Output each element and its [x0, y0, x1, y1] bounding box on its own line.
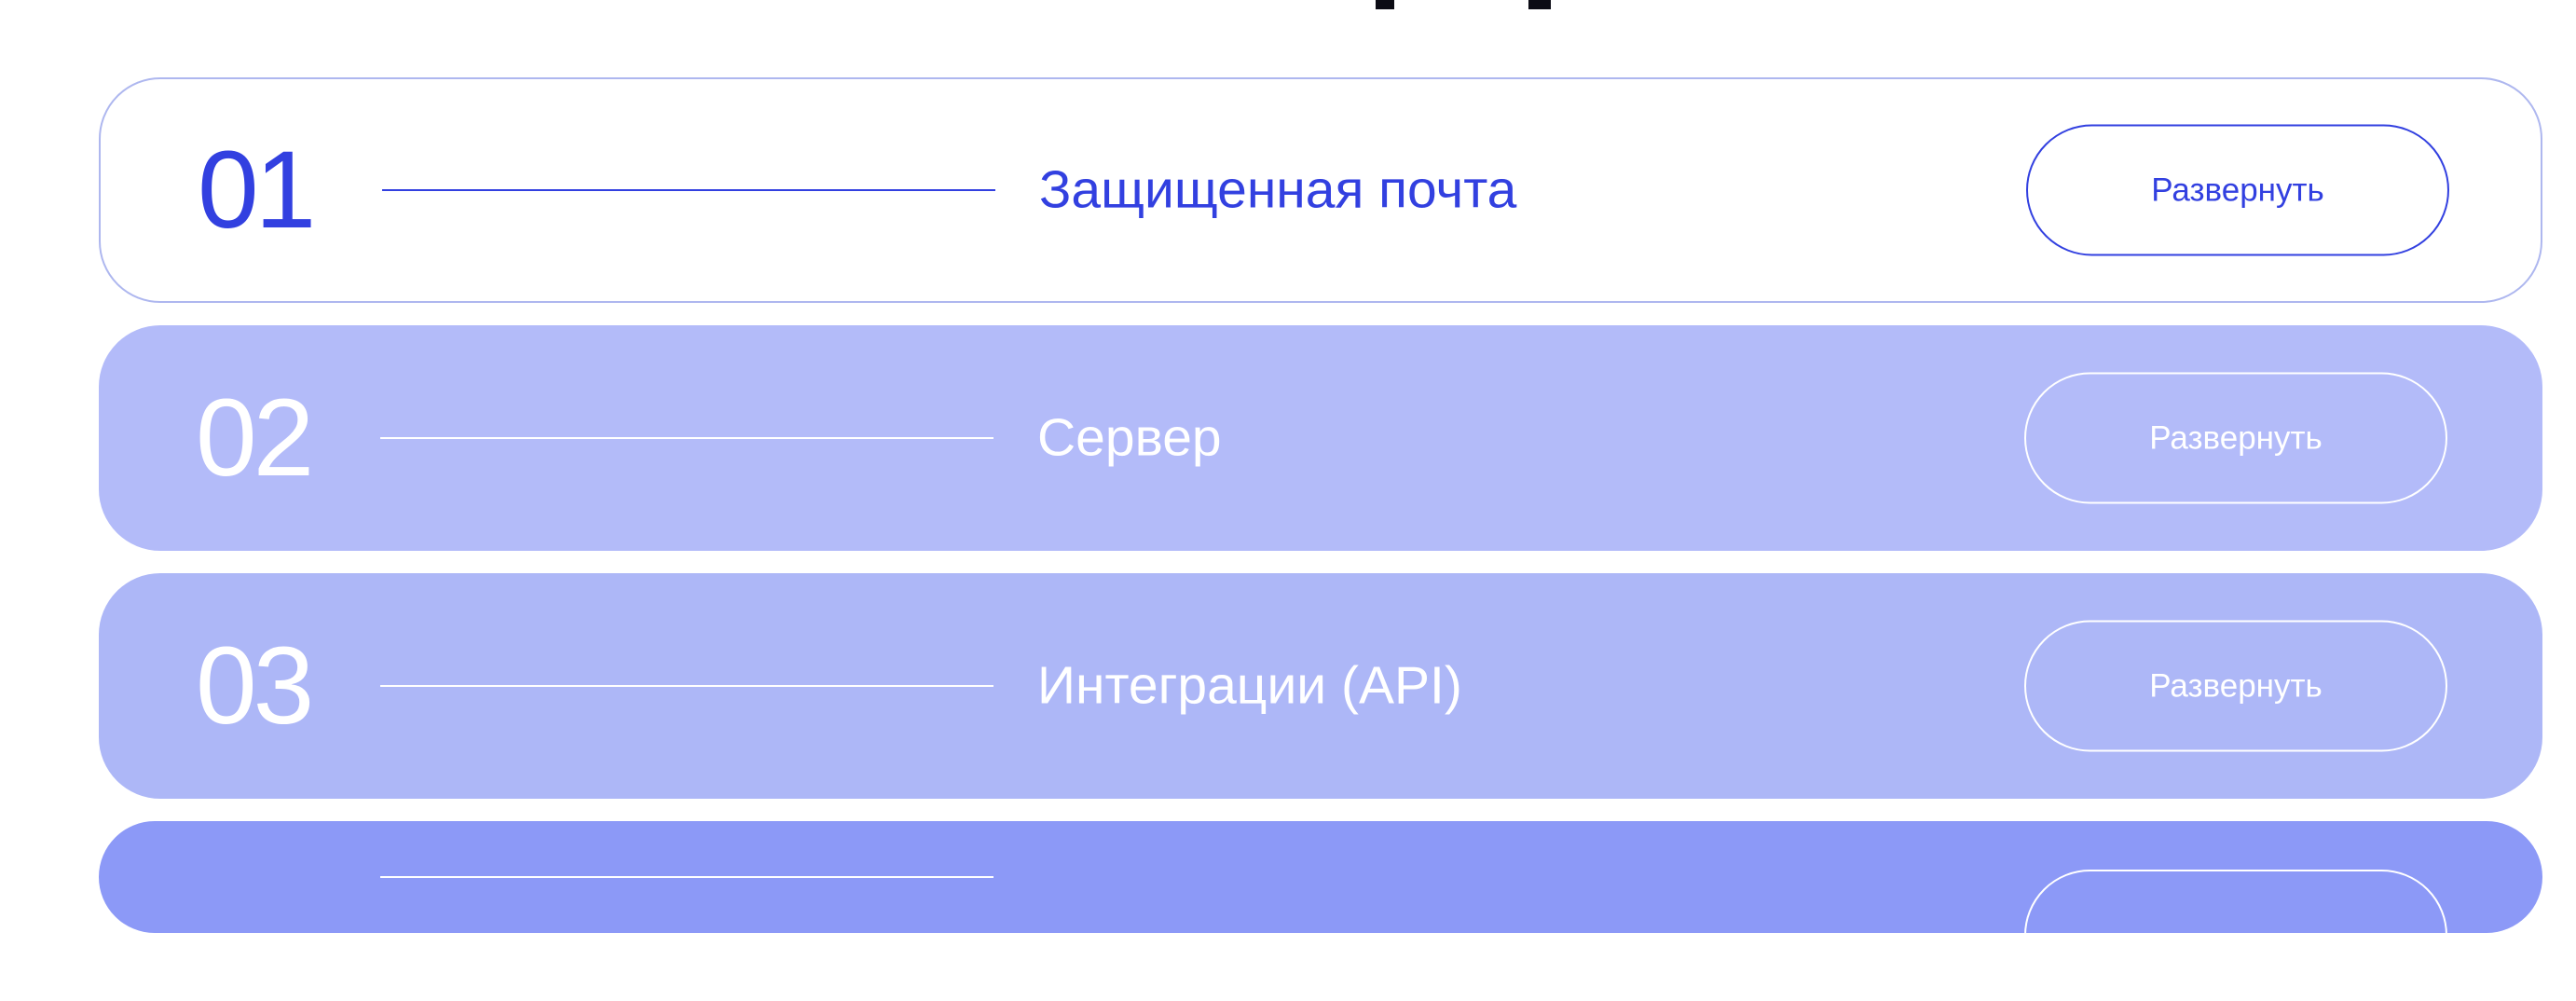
- item-title: Защищенная почта: [1039, 159, 1517, 220]
- divider-line: [380, 876, 993, 878]
- divider-line: [380, 685, 993, 687]
- heading-fragment: [1528, 0, 1551, 9]
- accordion-item-server[interactable]: 02 Сервер Развернуть: [99, 325, 2542, 551]
- expand-button[interactable]: Развернуть: [2024, 620, 2447, 752]
- item-number: 03: [196, 624, 314, 747]
- accordion-item-integrations-api[interactable]: 03 Интеграции (API) Развернуть: [99, 573, 2542, 799]
- accordion-item-partial[interactable]: [99, 821, 2542, 1001]
- item-title: Интеграции (API): [1037, 655, 1462, 716]
- divider-line: [382, 189, 995, 191]
- accordion-item-secure-mail[interactable]: 01 Защищенная почта Развернуть: [99, 77, 2542, 303]
- expand-button[interactable]: [2024, 870, 2447, 1001]
- item-number: 01: [198, 129, 316, 252]
- expand-button[interactable]: Развернуть: [2024, 372, 2447, 504]
- heading-fragment: [1376, 0, 1394, 9]
- expand-button[interactable]: Развернуть: [2026, 124, 2449, 256]
- divider-line: [380, 437, 993, 439]
- item-title: Сервер: [1037, 407, 1222, 468]
- item-number: 02: [196, 377, 314, 500]
